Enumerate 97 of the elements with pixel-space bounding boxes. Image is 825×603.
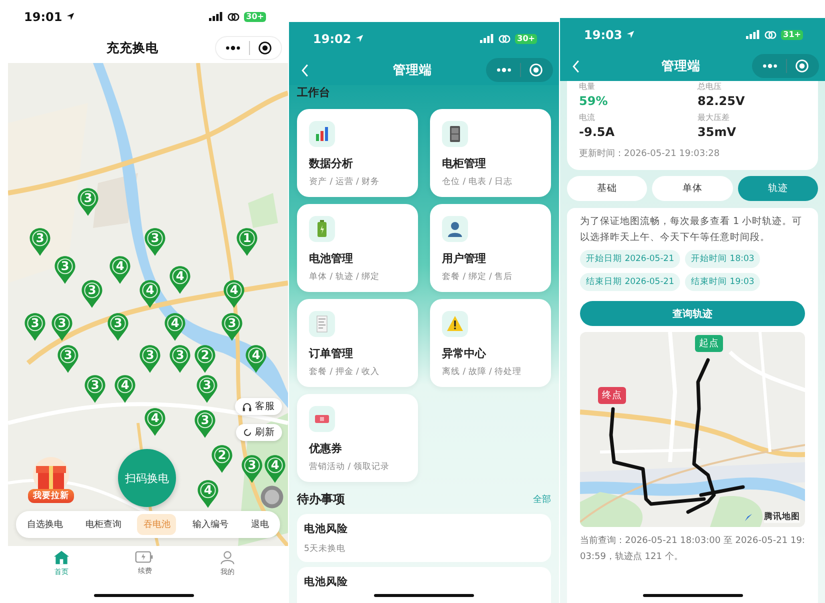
page-title: 充充换电 <box>106 40 160 56</box>
battery-indicator: 31+ <box>781 30 803 40</box>
todo-detail: 5天未换电 <box>304 543 346 555</box>
todo-title: 电池风险 <box>304 575 349 589</box>
todo-title: 电池风险 <box>304 522 349 536</box>
metric-label: 电流 <box>579 112 596 123</box>
map-pin[interactable]: 3 <box>196 374 218 404</box>
segment-tab[interactable]: 基础 <box>567 176 648 201</box>
map-pin[interactable]: 3 <box>221 312 243 342</box>
menu-card[interactable]: 异常中心 离线 / 故障 / 待处理 <box>430 299 551 387</box>
notice-text: 为了保证地图流畅，每次最多查看 1 小时轨迹。可以选择昨天上午、今天下午等任意时间段。 <box>580 215 804 245</box>
battery-indicator: 30+ <box>244 12 266 22</box>
status-time: 19:02 <box>313 32 352 46</box>
map-pin[interactable]: 3 <box>29 227 51 257</box>
action-button[interactable]: 自选换电 <box>21 514 70 535</box>
card-subtitle: 套餐 / 押金 / 收入 <box>309 366 381 378</box>
map-pin[interactable]: 4 <box>169 265 191 295</box>
map-attribution: 腾讯地图 <box>764 512 800 523</box>
menu-card[interactable]: 数据分析 资产 / 运营 / 财务 <box>297 109 418 197</box>
todo-item[interactable]: 电池风险 <box>297 567 551 603</box>
card-title: 优惠券 <box>309 441 343 456</box>
metric-label: 总电压 <box>698 81 722 92</box>
card-subtitle: 套餐 / 绑定 / 售后 <box>442 271 514 283</box>
map-pin[interactable]: 3 <box>169 344 191 374</box>
todo-item[interactable]: 电池风险 5天未换电 <box>297 514 551 562</box>
time-chip[interactable]: 开始时间 18:03 <box>685 250 760 268</box>
map-pin[interactable]: 3 <box>241 454 263 484</box>
menu-card[interactable]: 订单管理 套餐 / 押金 / 收入 <box>297 299 418 387</box>
card-title: 电池管理 <box>309 251 354 266</box>
metric-label: 最大压差 <box>698 112 730 123</box>
map-pin[interactable]: 3 <box>54 255 76 285</box>
metric-value: 35mV <box>698 125 737 139</box>
menu-card[interactable]: 优惠券 营销活动 / 领取记录 <box>297 394 418 482</box>
query-button[interactable]: 查询轨迹 <box>580 301 805 326</box>
service-button[interactable]: 客服 <box>235 398 282 415</box>
map-pin[interactable]: 4 <box>109 255 131 285</box>
map-pin[interactable]: 3 <box>144 227 166 257</box>
map-pin[interactable]: 4 <box>164 312 186 342</box>
card-subtitle: 资产 / 运营 / 财务 <box>309 176 381 188</box>
time-chip[interactable]: 开始日期 2026-05-21 <box>580 250 680 268</box>
action-button[interactable]: 吞电池 <box>137 514 176 535</box>
map-pin[interactable]: 4 <box>144 407 166 437</box>
map-pin[interactable]: 3 <box>139 344 161 374</box>
time-chip[interactable]: 结束日期 2026-05-21 <box>580 273 680 291</box>
query-summary: 当前查询：2026-05-21 18:03:00 至 2026-05-21 19:03:59，轨迹点 121 个。 <box>580 534 805 564</box>
time-chip[interactable]: 结束时间 19:03 <box>685 273 760 291</box>
card-subtitle: 仓位 / 电表 / 日志 <box>442 176 514 188</box>
map-pin[interactable]: 2 <box>194 344 216 374</box>
metric-value: 82.25V <box>698 94 746 108</box>
card-title: 电柜管理 <box>442 156 487 171</box>
promo-label[interactable]: 我要拉新 <box>28 489 74 503</box>
battery-indicator: 30+ <box>515 34 537 44</box>
refresh-button[interactable]: 刷新 <box>236 424 282 441</box>
map-pin[interactable]: 4 <box>223 279 245 309</box>
card-title: 数据分析 <box>309 156 354 171</box>
metric-label: 电量 <box>579 81 596 92</box>
section-title: 待办事项 <box>297 491 345 508</box>
metric-value: -9.5A <box>579 125 616 139</box>
card-subtitle: 离线 / 故障 / 待处理 <box>442 366 523 378</box>
update-time: 更新时间：2026-05-21 19:03:28 <box>579 148 721 160</box>
action-button[interactable]: 电柜查询 <box>79 514 128 535</box>
start-marker: 起点 <box>695 335 723 352</box>
map-pin[interactable]: 3 <box>57 344 79 374</box>
map-pin[interactable]: 4 <box>245 344 267 374</box>
map-pin[interactable]: 3 <box>24 312 46 342</box>
map-pin[interactable]: 4 <box>264 454 286 484</box>
status-time: 19:03 <box>584 28 622 42</box>
view-all-link[interactable]: 全部 <box>533 493 551 506</box>
action-button[interactable]: 输入编号 <box>186 514 235 535</box>
map-pin[interactable]: 3 <box>51 312 73 342</box>
card-title: 异常中心 <box>442 346 487 361</box>
status-time: 19:01 <box>24 10 62 24</box>
map-pin[interactable]: 3 <box>84 374 106 404</box>
section-title: 工作台 <box>297 87 331 101</box>
card-title: 订单管理 <box>309 346 354 361</box>
end-marker: 终点 <box>598 387 626 404</box>
page-title: 管理端 <box>392 62 433 78</box>
card-subtitle: 营销活动 / 领取记录 <box>309 461 390 473</box>
map-pin[interactable]: 3 <box>81 279 103 309</box>
map-pin[interactable]: 3 <box>77 187 99 217</box>
map-pin[interactable]: 3 <box>194 409 216 439</box>
map-pin[interactable]: 3 <box>107 312 129 342</box>
action-button[interactable]: 退电 <box>244 514 275 535</box>
map-pin[interactable]: 4 <box>114 374 136 404</box>
map-pin[interactable]: 1 <box>236 227 258 257</box>
menu-card[interactable]: 电柜管理 仓位 / 电表 / 日志 <box>430 109 551 197</box>
segment-tab[interactable]: 轨迹 <box>738 176 818 201</box>
menu-card[interactable]: 电池管理 单体 / 轨迹 / 绑定 <box>297 204 418 292</box>
map-pin[interactable]: 4 <box>197 479 219 509</box>
segment-tab[interactable]: 单体 <box>652 176 733 201</box>
metric-value: 59% <box>579 94 609 108</box>
map-pin[interactable]: 2 <box>211 444 233 474</box>
card-subtitle: 单体 / 轨迹 / 绑定 <box>309 271 381 283</box>
page-title: 管理端 <box>660 58 702 74</box>
card-title: 用户管理 <box>442 251 487 266</box>
map-pin[interactable]: 4 <box>139 279 161 309</box>
menu-card[interactable]: 用户管理 套餐 / 绑定 / 售后 <box>430 204 551 292</box>
